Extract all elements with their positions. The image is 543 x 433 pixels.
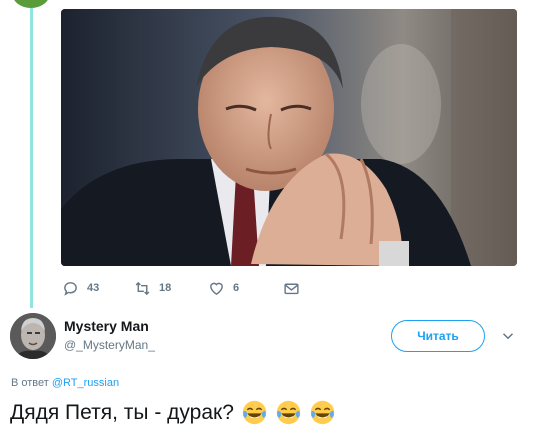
face-with-tears-of-joy-icon — [241, 399, 268, 426]
reply-icon — [64, 281, 77, 296]
reply-action[interactable]: 43 — [62, 280, 134, 297]
like-action[interactable]: 6 — [208, 280, 283, 297]
tweet-text: Дядя Петя, ты - дурак? — [10, 399, 336, 426]
heart-icon — [210, 282, 223, 295]
in-reply-to: В ответ @RT_russian — [11, 377, 119, 389]
thread-line — [30, 8, 33, 308]
face-with-tears-of-joy-icon — [275, 399, 302, 426]
reply-count: 43 — [87, 282, 100, 294]
avatar[interactable] — [10, 313, 56, 359]
retweet-icon — [135, 281, 150, 295]
tweet-photo[interactable] — [61, 9, 517, 266]
direct-message-action[interactable] — [283, 280, 300, 297]
follow-button[interactable]: Читать — [391, 320, 485, 352]
retweet-action[interactable]: 18 — [134, 280, 208, 297]
tweet-text-body: Дядя Петя, ты - дурак? — [10, 400, 234, 424]
previous-tweet-avatar[interactable] — [12, 0, 50, 8]
tweet-actions: 43 18 6 — [62, 279, 300, 297]
like-count: 6 — [233, 282, 240, 294]
user-name[interactable]: Mystery Man — [64, 318, 149, 334]
user-handle[interactable]: @_MysteryMan_ — [64, 338, 155, 352]
retweet-count: 18 — [159, 282, 172, 294]
face-with-tears-of-joy-icon — [309, 399, 336, 426]
in-reply-to-label: В ответ — [11, 377, 49, 389]
mention-link[interactable]: @RT_russian — [52, 377, 119, 389]
envelope-icon — [284, 283, 299, 294]
chevron-down-icon[interactable] — [499, 327, 517, 345]
